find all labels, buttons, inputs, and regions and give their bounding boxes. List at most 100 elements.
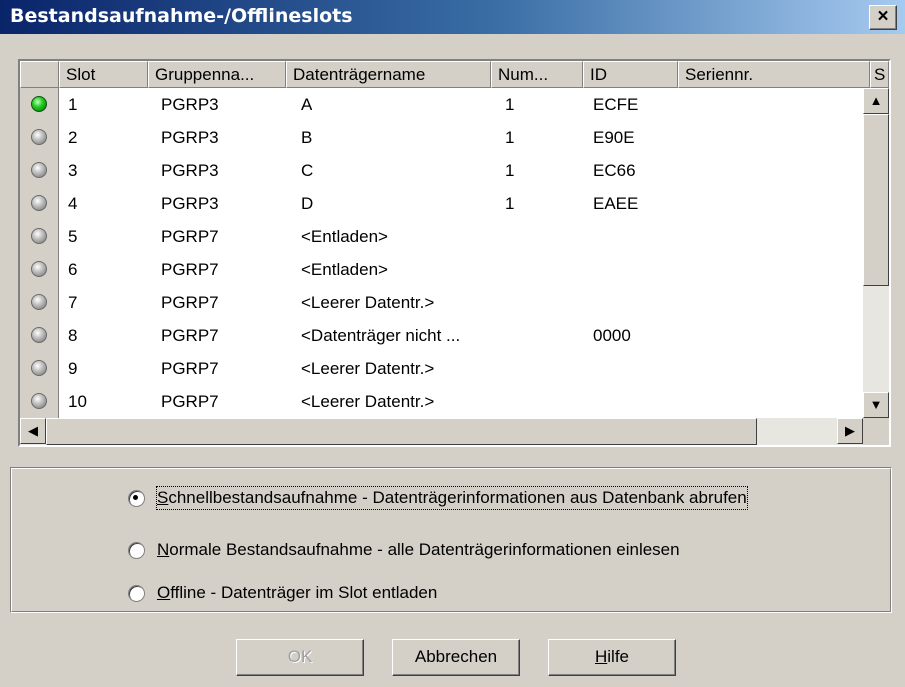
row-status-cell — [20, 286, 59, 319]
table-row[interactable]: 10 PGRP7 <Leerer Datentr.> — [20, 385, 863, 418]
table-row[interactable]: 6 PGRP7 <Entladen> — [20, 253, 863, 286]
cell-slot: 9 — [68, 359, 78, 378]
horizontal-scroll-thumb[interactable] — [46, 418, 757, 445]
row-status-cell — [20, 88, 59, 121]
status-gray-icon — [31, 129, 47, 145]
cell-slot: 6 — [68, 260, 78, 279]
cell-medianame: <Entladen> — [301, 227, 388, 246]
window-title: Bestandsaufnahme-/Offlineslots — [10, 5, 353, 27]
cell-slot: 4 — [68, 194, 78, 213]
cell-id: EC66 — [593, 161, 636, 180]
cell-slot: 1 — [68, 95, 78, 114]
status-gray-icon — [31, 261, 47, 277]
cell-group: PGRP3 — [161, 161, 219, 180]
status-gray-icon — [31, 294, 47, 310]
close-button[interactable]: × — [869, 5, 897, 30]
table-row[interactable]: 4 PGRP3 D 1 EAEE — [20, 187, 863, 220]
scroll-up-button[interactable]: ▲ — [863, 88, 889, 114]
column-header-group[interactable]: Gruppenna... — [148, 61, 286, 88]
row-status-cell — [20, 385, 59, 418]
cell-medianame: D — [301, 194, 314, 213]
cell-medianame: <Leerer Datentr.> — [301, 392, 435, 411]
arrow-right-icon: ▶ — [845, 423, 855, 438]
scroll-left-button[interactable]: ◀ — [20, 418, 46, 444]
cell-group: PGRP3 — [161, 128, 219, 147]
cell-group: PGRP7 — [161, 326, 219, 345]
inventory-options-group: Schnellbestandsaufnahme - Datenträgerinf… — [10, 467, 892, 613]
option-offline-label[interactable]: Offline - Datenträger im Slot entladen — [157, 582, 437, 604]
row-status-cell — [20, 187, 59, 220]
status-green-icon — [31, 96, 47, 112]
slot-table[interactable]: Slot Gruppenna... Datenträgername Num...… — [18, 59, 891, 447]
cell-medianame: C — [301, 161, 314, 180]
radio-normal[interactable] — [128, 542, 145, 559]
title-bar[interactable]: Bestandsaufnahme-/Offlineslots × — [0, 0, 905, 34]
inventory-dialog: Bestandsaufnahme-/Offlineslots × Slot Gr… — [0, 0, 905, 687]
table-row[interactable]: 5 PGRP7 <Entladen> — [20, 220, 863, 253]
ok-button[interactable]: OK — [236, 639, 364, 676]
table-row[interactable]: 9 PGRP7 <Leerer Datentr.> — [20, 352, 863, 385]
cell-number: 1 — [505, 128, 515, 147]
column-header-s[interactable]: S — [870, 61, 889, 88]
cell-group: PGRP7 — [161, 392, 219, 411]
vertical-scroll-thumb[interactable] — [863, 114, 889, 286]
cell-medianame: <Leerer Datentr.> — [301, 293, 435, 312]
cell-group: PGRP7 — [161, 293, 219, 312]
arrow-left-icon: ◀ — [28, 423, 38, 438]
row-status-cell — [20, 220, 59, 253]
option-normal-label[interactable]: Normale Bestandsaufnahme - alle Datenträ… — [157, 539, 680, 561]
row-status-cell — [20, 154, 59, 187]
cell-medianame: <Datenträger nicht ... — [301, 326, 461, 345]
row-status-cell — [20, 121, 59, 154]
radio-quick[interactable] — [128, 490, 145, 507]
column-header-slot[interactable]: Slot — [59, 61, 148, 88]
cell-slot: 3 — [68, 161, 78, 180]
table-row[interactable]: 3 PGRP3 C 1 EC66 — [20, 154, 863, 187]
cell-slot: 8 — [68, 326, 78, 345]
scroll-right-button[interactable]: ▶ — [837, 418, 863, 444]
column-header-id[interactable]: ID — [583, 61, 678, 88]
table-row[interactable]: 8 PGRP7 <Datenträger nicht ... 0000 — [20, 319, 863, 352]
cell-id: EAEE — [593, 194, 639, 213]
cell-id: E90E — [593, 128, 635, 147]
cell-medianame: <Entladen> — [301, 260, 388, 279]
cancel-button[interactable]: Abbrechen — [392, 639, 520, 676]
table-row[interactable]: 1 PGRP3 A 1 ECFE — [20, 88, 863, 121]
scroll-corner — [863, 418, 889, 445]
column-header-medianame[interactable]: Datenträgername — [286, 61, 491, 88]
status-gray-icon — [31, 195, 47, 211]
cell-number: 1 — [505, 161, 515, 180]
cell-group: PGRP7 — [161, 227, 219, 246]
cell-medianame: A — [301, 95, 313, 114]
cell-medianame: B — [301, 128, 313, 147]
cell-id: ECFE — [593, 95, 639, 114]
cell-id: 0000 — [593, 326, 631, 345]
scroll-down-button[interactable]: ▼ — [863, 392, 889, 418]
option-quick-label[interactable]: Schnellbestandsaufnahme - Datenträgerinf… — [156, 486, 748, 510]
help-button[interactable]: Hilfe — [548, 639, 676, 676]
status-gray-icon — [31, 327, 47, 343]
row-status-cell — [20, 319, 59, 352]
close-icon: × — [877, 6, 889, 27]
table-header: Slot Gruppenna... Datenträgername Num...… — [20, 61, 889, 88]
radio-offline[interactable] — [128, 585, 145, 602]
column-header-serial[interactable]: Seriennr. — [678, 61, 870, 88]
horizontal-scrollbar[interactable]: ◀ ▶ — [20, 418, 863, 445]
status-gray-icon — [31, 360, 47, 376]
cell-group: PGRP3 — [161, 194, 219, 213]
table-row[interactable]: 2 PGRP3 B 1 E90E — [20, 121, 863, 154]
cell-number: 1 — [505, 95, 515, 114]
column-header-status[interactable] — [20, 61, 59, 88]
cell-slot: 10 — [68, 392, 87, 411]
cell-slot: 2 — [68, 128, 78, 147]
cell-medianame: <Leerer Datentr.> — [301, 359, 435, 378]
row-status-cell — [20, 253, 59, 286]
cell-group: PGRP3 — [161, 95, 219, 114]
arrow-down-icon: ▼ — [869, 397, 883, 412]
status-gray-icon — [31, 393, 47, 409]
table-row[interactable]: 7 PGRP7 <Leerer Datentr.> — [20, 286, 863, 319]
column-header-number[interactable]: Num... — [491, 61, 583, 88]
arrow-up-icon: ▲ — [869, 93, 883, 108]
cell-number: 1 — [505, 194, 515, 213]
vertical-scrollbar[interactable]: ▲ ▼ — [863, 88, 889, 418]
